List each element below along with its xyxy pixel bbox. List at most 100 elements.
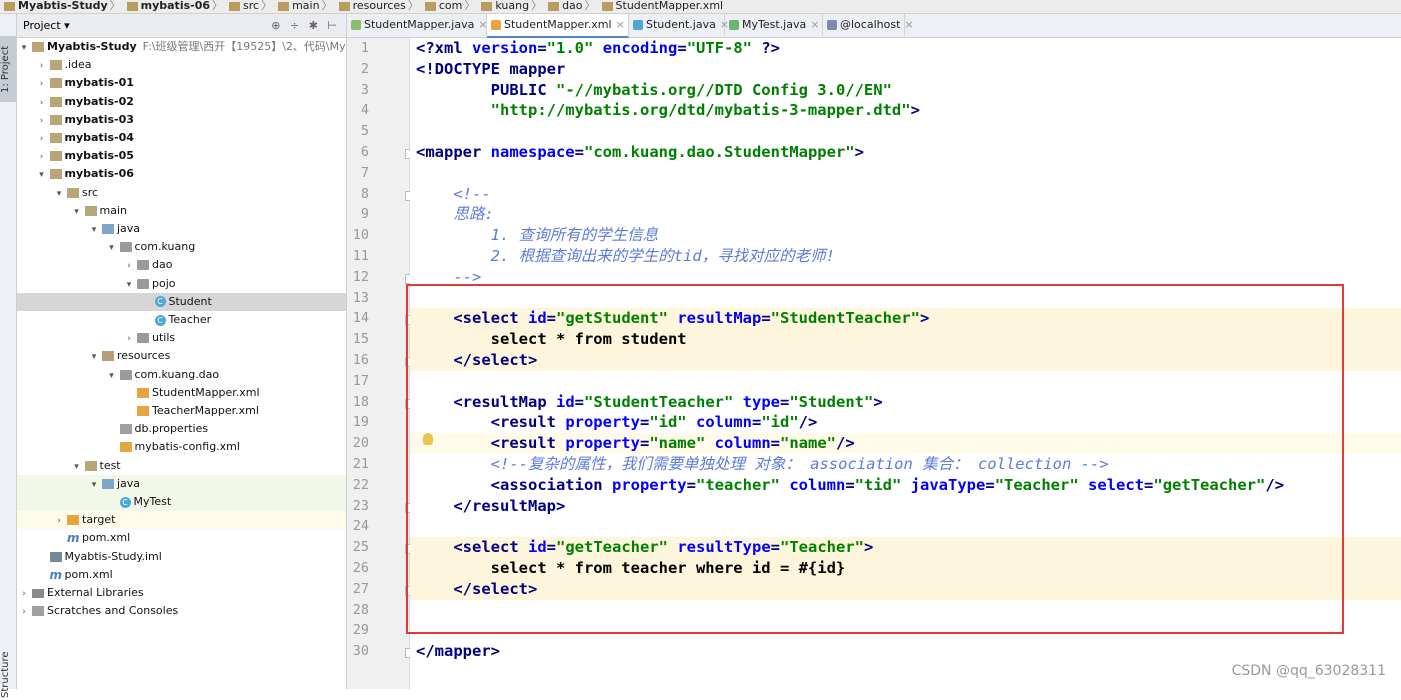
code-line[interactable]: </resultMap>	[410, 496, 1401, 517]
chevron-down-icon[interactable]: ▾	[89, 476, 99, 494]
chevron-down-icon[interactable]: ▾	[72, 458, 82, 476]
chevron-right-icon[interactable]: ›	[19, 603, 29, 621]
tree-item[interactable]: C Student	[17, 292, 346, 311]
chevron-down-icon[interactable]: ▾	[89, 348, 99, 366]
editor-tab[interactable]: MyTest.java ×	[725, 14, 823, 36]
code-line[interactable]	[410, 600, 1401, 621]
tree-item[interactable]: m pom.xml	[17, 566, 346, 584]
tree-item[interactable]: mybatis-config.xml	[17, 438, 346, 456]
code-editor[interactable]: <?xml version="1.0" encoding="UTF-8" ?> <…	[410, 38, 1401, 689]
tree-item[interactable]: ▾ pojo	[17, 275, 346, 293]
tree-item[interactable]: ▾ Myabtis-Study F:\班级管理\西开【19525】\2、代码\Mya…	[17, 38, 346, 56]
tree-item[interactable]: C Teacher	[17, 311, 346, 329]
editor-tab[interactable]: @localhost ×	[823, 14, 914, 36]
chevron-right-icon[interactable]: ›	[37, 75, 47, 93]
tree-item[interactable]: ▾ resources	[17, 347, 346, 365]
code-line[interactable]: <!--复杂的属性，我们需要单独处理 对象： association 集合： c…	[410, 454, 1401, 475]
code-line[interactable]	[410, 516, 1401, 537]
chevron-down-icon[interactable]: ▾	[72, 203, 82, 221]
code-line[interactable]: 1. 查询所有的学生信息	[410, 225, 1401, 246]
chevron-down-icon[interactable]: ▾	[107, 239, 117, 257]
tree-item[interactable]: › mybatis-05	[17, 147, 346, 165]
tree-item[interactable]: › target	[17, 511, 346, 530]
tree-item[interactable]: › mybatis-02	[17, 93, 346, 111]
tree-item[interactable]: ▾ com.kuang	[17, 238, 346, 256]
tree-item[interactable]: › External Libraries	[17, 584, 346, 602]
chevron-down-icon[interactable]: ▾	[19, 39, 29, 57]
chevron-right-icon[interactable]: ›	[37, 130, 47, 148]
tree-item[interactable]: ▾ mybatis-06	[17, 165, 346, 183]
close-icon[interactable]: ×	[810, 18, 819, 31]
chevron-right-icon[interactable]: ›	[37, 112, 47, 130]
tree-item[interactable]: › utils	[17, 329, 346, 347]
tree-item[interactable]: StudentMapper.xml	[17, 384, 346, 402]
code-line[interactable]: <mapper namespace="com.kuang.dao.Student…	[410, 142, 1401, 163]
tree-item[interactable]: ▾ src	[17, 184, 346, 202]
tree-item[interactable]: Myabtis-Study.iml	[17, 548, 346, 566]
code-line[interactable]: <resultMap id="StudentTeacher" type="Stu…	[410, 392, 1401, 413]
tree-item[interactable]: ▾ com.kuang.dao	[17, 366, 346, 384]
code-line[interactable]: <result property="name" column="name"/>	[410, 433, 1401, 455]
breadcrumb-item[interactable]: com	[424, 0, 462, 11]
code-line[interactable]: <!DOCTYPE mapper	[410, 59, 1401, 80]
close-icon[interactable]: ×	[904, 18, 913, 31]
code-line[interactable]: </select>	[410, 578, 1401, 600]
chevron-down-icon[interactable]: ▾	[89, 221, 99, 239]
code-line[interactable]: PUBLIC "-//mybatis.org//DTD Config 3.0//…	[410, 80, 1401, 101]
tree-item[interactable]: m pom.xml	[17, 529, 346, 547]
code-line[interactable]	[410, 163, 1401, 184]
project-view-selector[interactable]: Project ▾	[23, 14, 70, 37]
code-line[interactable]: </select>	[410, 350, 1401, 371]
breadcrumb-item[interactable]: kuang	[481, 0, 529, 11]
tree-item[interactable]: › Scratches and Consoles	[17, 602, 346, 620]
chevron-right-icon[interactable]: ›	[37, 148, 47, 166]
tree-item[interactable]: › mybatis-03	[17, 111, 346, 129]
tree-item[interactable]: ▾ main	[17, 202, 346, 220]
code-line[interactable]: <?xml version="1.0" encoding="UTF-8" ?>	[410, 38, 1401, 59]
tree-item[interactable]: › .idea	[17, 56, 346, 74]
code-line[interactable]: select * from teacher where id = #{id}	[410, 558, 1401, 579]
chevron-right-icon[interactable]: ›	[124, 257, 134, 275]
tree-item[interactable]: ▾ java	[17, 474, 346, 494]
editor-tab[interactable]: Student.java ×	[629, 14, 729, 36]
code-line[interactable]: <select id="getTeacher" resultType="Teac…	[410, 537, 1401, 559]
breadcrumb-item[interactable]: Myabtis-Study	[4, 0, 108, 11]
structure-tool-tab[interactable]: Structure	[0, 650, 16, 700]
tree-item[interactable]: › dao	[17, 256, 346, 274]
breadcrumb-item[interactable]: resources	[338, 0, 406, 11]
tree-item[interactable]: TeacherMapper.xml	[17, 402, 346, 420]
chevron-right-icon[interactable]: ›	[19, 585, 29, 603]
tree-item[interactable]: db.properties	[17, 420, 346, 438]
chevron-right-icon[interactable]: ›	[124, 330, 134, 348]
close-icon[interactable]: ×	[616, 18, 625, 31]
lightbulb-icon[interactable]	[423, 433, 433, 445]
chevron-down-icon[interactable]: ▾	[37, 166, 47, 184]
code-line[interactable]: <!--	[410, 184, 1401, 205]
code-line[interactable]: select * from student	[410, 329, 1401, 351]
code-line[interactable]: "http://mybatis.org/dtd/mybatis-3-mapper…	[410, 100, 1401, 121]
project-panel-actions[interactable]: ⊕ ÷ ✱ ⊢	[271, 14, 340, 37]
chevron-down-icon[interactable]: ▾	[124, 276, 134, 294]
code-line[interactable]: <select id="getStudent" resultMap="Stude…	[410, 308, 1401, 330]
tree-item[interactable]: › mybatis-04	[17, 129, 346, 147]
breadcrumb-item[interactable]: src	[229, 0, 259, 11]
tree-item[interactable]: › mybatis-01	[17, 74, 346, 92]
chevron-right-icon[interactable]: ›	[54, 512, 64, 530]
breadcrumb-item[interactable]: dao	[548, 0, 583, 11]
code-line[interactable]: 2. 根据查询出来的学生的tid，寻找对应的老师!	[410, 246, 1401, 267]
breadcrumb-item[interactable]: mybatis-06	[126, 0, 210, 11]
chevron-right-icon[interactable]: ›	[37, 94, 47, 112]
code-line[interactable]: <association property="teacher" column="…	[410, 475, 1401, 496]
code-line[interactable]	[410, 288, 1401, 309]
tree-item[interactable]: ▾ java	[17, 220, 346, 238]
breadcrumb-item[interactable]: main	[278, 0, 320, 11]
code-line[interactable]	[410, 121, 1401, 142]
tree-item[interactable]: C MyTest	[17, 493, 346, 511]
editor-tab[interactable]: StudentMapper.java ×	[347, 14, 488, 36]
code-line[interactable]: </mapper>	[410, 641, 1401, 662]
code-line[interactable]	[410, 371, 1401, 392]
code-line[interactable]: <result property="id" column="id"/>	[410, 412, 1401, 433]
code-line[interactable]: -->	[410, 267, 1401, 288]
editor-tab[interactable]: StudentMapper.xml ×	[487, 14, 629, 38]
code-line[interactable]	[410, 620, 1401, 641]
